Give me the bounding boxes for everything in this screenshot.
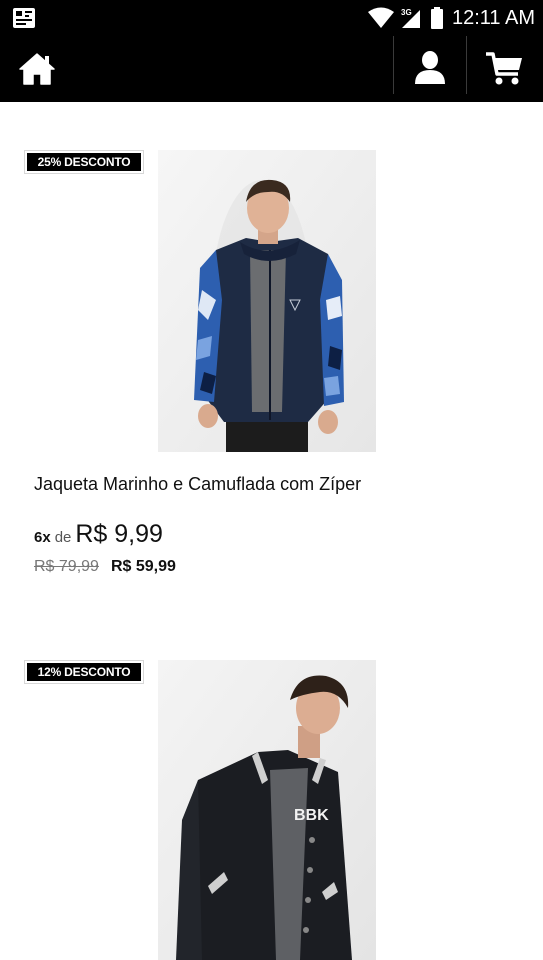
status-bar: 3G 12:11 AM <box>0 0 543 36</box>
discount-label: 12% DESCONTO <box>27 663 141 681</box>
discount-label: 25% DESCONTO <box>27 153 141 171</box>
old-price: R$ 79,99 <box>34 558 99 575</box>
product-name[interactable]: Jaqueta Marinho e Camuflada com Zíper <box>34 474 361 495</box>
product-image[interactable] <box>158 150 376 452</box>
installment-value: R$ 9,99 <box>75 520 163 548</box>
divider <box>466 36 467 94</box>
wifi-icon <box>367 7 394 28</box>
installment-price: 6x de R$ 9,99 <box>34 520 163 549</box>
user-icon[interactable] <box>411 50 449 86</box>
discount-badge: 25% DESCONTO <box>24 150 144 174</box>
divider <box>393 36 394 94</box>
signal-icon: 3G <box>401 8 420 28</box>
battery-icon <box>430 7 443 29</box>
network-type-label: 3G <box>401 8 412 17</box>
new-price: R$ 59,99 <box>110 558 176 575</box>
clock: 12:11 AM <box>451 6 535 29</box>
price-row: R$ 79,99 R$ 59,99 <box>34 558 176 576</box>
installment-count: 6x <box>34 529 51 546</box>
discount-badge: 12% DESCONTO <box>24 660 144 684</box>
cart-icon[interactable] <box>484 50 526 86</box>
app-bar <box>0 36 543 102</box>
product-card[interactable]: 12% DESCONTO BBK <box>0 612 543 960</box>
app-notification-icon <box>13 8 35 28</box>
jacket-print-text: BBK <box>294 807 329 824</box>
home-icon[interactable] <box>18 52 56 86</box>
product-image[interactable]: BBK <box>158 660 376 960</box>
product-card[interactable]: 25% DESCONTO Jaqueta Marinho e Camuflada… <box>0 102 543 622</box>
installment-de-label: de <box>54 529 72 546</box>
